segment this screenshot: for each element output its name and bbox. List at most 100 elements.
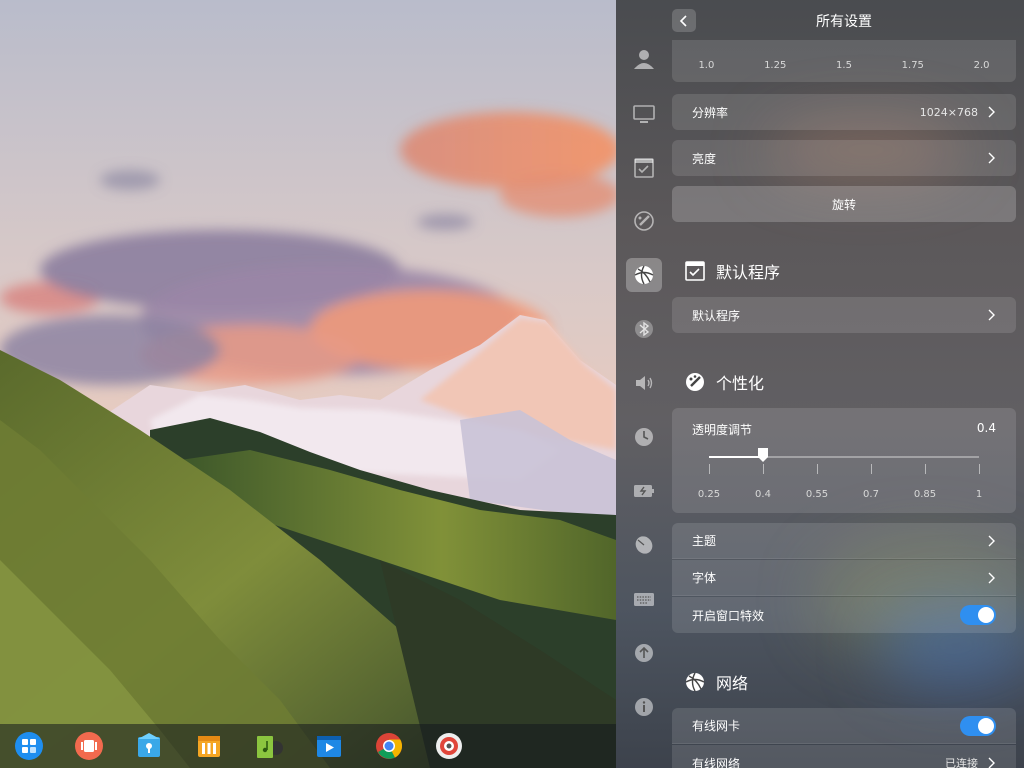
default-apps-label: 默认程序 [692,308,741,323]
dock [0,724,616,768]
mouse-icon [635,536,653,554]
opacity-tick-label: 0.85 [913,489,937,500]
default-apps-row[interactable]: 默认程序 [672,297,1016,333]
video-icon[interactable] [314,731,344,761]
network-icon [685,672,705,692]
opacity-label: 透明度调节 [692,423,753,437]
scale-option[interactable]: 1.0 [672,50,741,82]
keyboard-icon [634,593,654,606]
sidebar-item-mouse[interactable] [626,528,662,562]
sidebar-item-network[interactable] [626,258,662,292]
window-effect-toggle[interactable] [960,605,996,625]
personalization-section-title: 个性化 [684,370,764,394]
settings-icon[interactable] [434,731,464,761]
chevron-right-icon [988,152,995,164]
sidebar-item-power[interactable] [626,474,662,508]
rotate-label: 旋转 [831,197,856,212]
scale-options: 1.0 1.25 1.5 1.75 2.0 [672,50,1016,82]
wired-network-status: 已连接 [945,757,978,768]
window-effect-label: 开启窗口特效 [692,608,765,623]
wired-card-label: 有线网卡 [692,719,741,733]
opacity-tick [925,464,926,474]
bluetooth-icon [635,320,653,338]
resolution-value: 1024×768 [919,105,978,119]
multitask-icon[interactable] [74,731,104,761]
chevron-right-icon [988,309,995,321]
chrome-icon[interactable] [374,731,404,761]
sidebar-item-default-apps[interactable] [626,151,662,185]
sidebar-item-bluetooth[interactable] [626,312,662,346]
opacity-tick-label: 0.4 [755,489,771,500]
sidebar-item-update[interactable] [626,636,662,670]
opacity-tick-label: 0.55 [805,489,829,500]
chevron-right-icon [988,572,995,583]
opacity-tick [871,464,872,474]
opacity-tick-label: 1 [975,489,983,500]
sidebar-item-system-info[interactable] [626,690,662,724]
theme-row[interactable]: 主题 [672,523,1016,559]
network-heading: 网络 [716,674,749,693]
info-icon [635,698,653,716]
account-icon [634,50,654,69]
opacity-tick [763,464,764,474]
sidebar-item-sound[interactable] [626,366,662,400]
sidebar-item-account[interactable] [626,42,662,76]
font-label: 字体 [692,571,717,585]
opacity-tick [709,464,710,474]
opacity-value: 0.4 [976,421,996,435]
settings-sidebar [616,40,672,768]
resolution-row[interactable]: 分辨率 1024×768 [672,94,1016,130]
resolution-label: 分辨率 [692,105,729,120]
network-icon [634,265,654,285]
power-icon [634,485,654,497]
chevron-right-icon [988,757,995,768]
scale-option[interactable]: 2.0 [947,50,1016,82]
chevron-right-icon [988,535,995,546]
music-icon[interactable] [254,731,284,761]
network-section-title: 网络 [684,670,748,694]
scale-options-card: 1.0 1.25 1.5 1.75 2.0 [672,40,1016,82]
display-icon [633,105,655,123]
opacity-slider-fill [709,456,763,458]
personalization-icon [686,373,704,391]
rotate-button[interactable]: 旋转 [672,186,1016,222]
sidebar-item-display[interactable] [626,97,662,131]
opacity-tick-label: 0.25 [697,489,721,500]
personalization-heading: 个性化 [716,374,765,393]
scale-option[interactable]: 1.75 [878,50,947,82]
sound-icon [636,376,653,390]
default-apps-icon [634,158,654,178]
brightness-label: 亮度 [692,151,717,166]
personalization-icon [634,211,654,231]
opacity-slider[interactable] [709,448,979,462]
settings-content: 1.0 1.25 1.5 1.75 2.0 分辨率 1024×768 亮度 旋转… [672,0,1016,768]
opacity-card: 透明度调节 0.4 0.25 0.4 0.55 0.7 0.85 1 [672,408,1016,513]
font-row[interactable]: 字体 [672,560,1016,596]
theme-label: 主题 [692,534,717,548]
default-apps-heading: 默认程序 [716,263,781,282]
settings-panel: 所有设置 1.0 1.25 1.5 1.75 2.0 分辨率 1024×768 … [616,0,1024,768]
opacity-slider-handle[interactable] [757,447,769,463]
sidebar-item-keyboard[interactable] [626,582,662,616]
default-apps-icon [685,261,705,281]
sidebar-item-personalization[interactable] [626,204,662,238]
sidebar-item-time[interactable] [626,420,662,454]
desktop-wallpaper [0,0,616,768]
opacity-tick [979,464,980,474]
wired-card-toggle[interactable] [960,715,996,736]
brightness-row[interactable]: 亮度 [672,140,1016,176]
window-effect-row: 开启窗口特效 [672,597,1016,633]
wired-network-row[interactable]: 有线网络 已连接 [672,745,1016,768]
wired-network-label: 有线网络 [692,756,741,768]
app-store-icon[interactable] [134,731,164,761]
default-apps-section-title: 默认程序 [684,259,780,283]
update-icon [635,644,653,662]
opacity-tick [817,464,818,474]
launcher-icon[interactable] [14,731,44,761]
scale-option[interactable]: 1.25 [741,50,810,82]
opacity-tick-label: 0.7 [863,489,879,500]
scale-option[interactable]: 1.5 [810,50,879,82]
file-manager-icon[interactable] [194,731,224,761]
time-icon [635,428,653,446]
wired-card-row: 有线网卡 [672,708,1016,744]
